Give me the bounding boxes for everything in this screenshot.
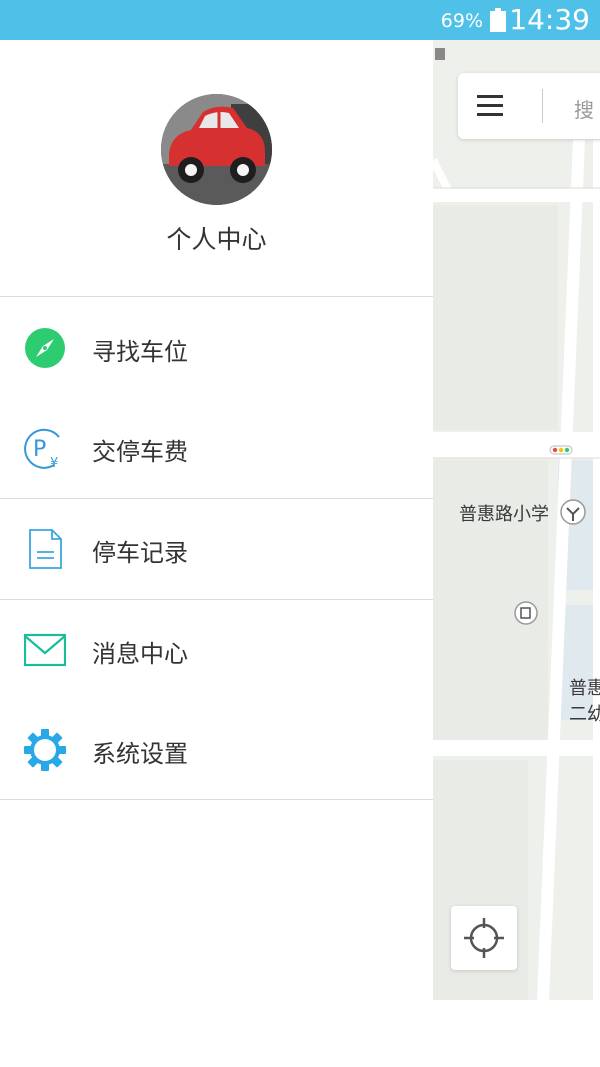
app-screen: 69% 14:39 普惠路小学 普惠 二幼 搜 个人中心 寻找车位 P ¥ 交停… xyxy=(0,0,600,1067)
hamburger-menu-icon[interactable] xyxy=(477,95,503,117)
menu-item-messages[interactable]: 消息中心 xyxy=(0,600,433,700)
profile-name[interactable]: 个人中心 xyxy=(0,220,433,256)
crosshair-icon xyxy=(464,918,504,958)
battery-icon xyxy=(490,8,506,32)
menu-label: 停车记录 xyxy=(92,539,188,567)
mail-icon xyxy=(23,629,67,671)
status-bar: 69% 14:39 xyxy=(0,0,600,40)
menu-item-find-parking[interactable]: 寻找车位 xyxy=(0,298,433,398)
car-avatar-image xyxy=(161,94,272,205)
gear-icon xyxy=(24,729,66,771)
menu-item-settings[interactable]: 系统设置 xyxy=(0,700,433,800)
menu-item-parking-records[interactable]: 停车记录 xyxy=(0,499,433,599)
svg-text:¥: ¥ xyxy=(50,456,58,469)
divider xyxy=(0,799,433,800)
battery-percent: 69% xyxy=(440,10,483,32)
menu-label: 消息中心 xyxy=(92,640,188,668)
menu-label: 交停车费 xyxy=(92,438,188,466)
avatar[interactable] xyxy=(161,94,272,205)
navigation-drawer: 个人中心 寻找车位 P ¥ 交停车费 停车记录 消息中心 系统设置 xyxy=(0,40,433,1067)
map-search-bar[interactable]: 搜 xyxy=(458,73,600,139)
search-divider xyxy=(542,89,543,123)
profile-header[interactable]: 个人中心 xyxy=(0,40,433,297)
svg-text:P: P xyxy=(33,437,46,462)
menu-label: 系统设置 xyxy=(92,740,188,768)
map-label-kindergarten-line2: 二幼 xyxy=(569,704,600,725)
compass-icon xyxy=(24,327,66,369)
map-view[interactable]: 普惠路小学 普惠 二幼 搜 xyxy=(433,40,600,1000)
locate-button[interactable] xyxy=(451,906,517,970)
divider xyxy=(0,296,433,297)
search-input[interactable]: 搜 xyxy=(574,94,594,123)
menu-item-pay-fee[interactable]: P ¥ 交停车费 xyxy=(0,398,433,498)
map-label-school: 普惠路小学 xyxy=(459,504,549,525)
document-icon xyxy=(24,528,66,570)
clock: 14:39 xyxy=(509,3,590,36)
map-label-kindergarten-line1: 普惠 xyxy=(569,678,600,699)
parking-fee-icon: P ¥ xyxy=(24,427,66,471)
menu-label: 寻找车位 xyxy=(92,338,188,366)
bottom-area xyxy=(433,1000,600,1067)
